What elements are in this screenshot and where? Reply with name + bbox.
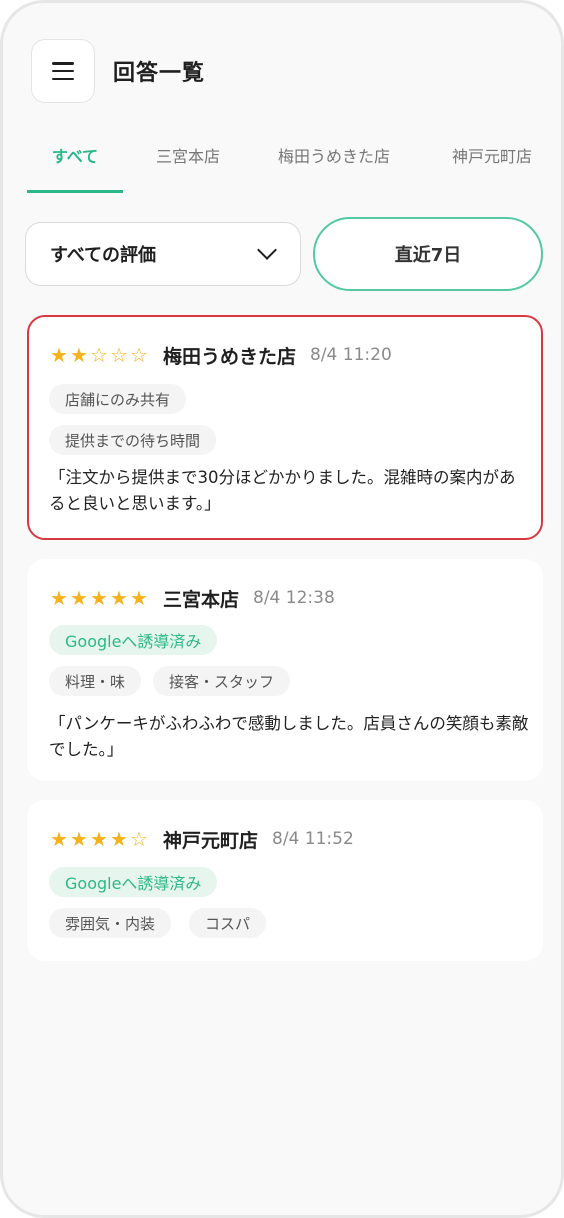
phone-frame: 回答一覧 すべて 三宮本店 梅田うめきた店 神戸元町店 すべての評価 直近7日 … [0,0,564,1218]
page-title: 回答一覧 [113,61,206,86]
tab-kobe-motomachi[interactable]: 神戸元町店 [437,143,547,193]
comment-text: 「注文から提供まで30分ほどかかりました。混雑時の案内があると良いと思います。」 [49,468,516,513]
star-rating: ★ ★ ☆ ☆ ☆ [49,342,149,368]
menu-button[interactable] [31,39,95,103]
store-name: 神戸元町店 [163,829,259,852]
topic-tag: 雰囲気・内装 [49,908,172,938]
store-tabs: すべて 三宮本店 梅田うめきた店 神戸元町店 [3,143,561,195]
tab-all[interactable]: すべて [27,143,123,193]
topic-tag: 接客・スタッフ [153,666,291,696]
response-card[interactable]: ★ ★ ★ ★ ☆ 神戸元町店 8/4 11:52 Googleへ誘導済み 雰囲… [27,800,543,961]
google-redirect-badge: Googleへ誘導済み [49,625,218,655]
star-empty-icon: ☆ [130,827,148,851]
tab-sannomiya[interactable]: 三宮本店 [143,143,233,193]
star-filled-icon: ★ [70,586,88,610]
tab-umeda-umekita[interactable]: 梅田うめきた店 [265,143,403,193]
topic-tag: 料理・味 [49,666,142,696]
rating-filter-select[interactable]: すべての評価 [25,222,301,286]
response-card[interactable]: ★ ★ ★ ★ ★ 三宮本店 8/4 12:38 Googleへ誘導済み 料理・… [27,559,543,781]
card-header: ★ ★ ★ ★ ★ 三宮本店 8/4 12:38 [49,585,335,611]
topic-tag: コスパ [189,908,267,938]
response-card[interactable]: ★ ★ ☆ ☆ ☆ 梅田うめきた店 8/4 11:20 店舗にのみ共有 提供まで… [27,315,543,540]
star-filled-icon: ★ [70,343,88,367]
star-filled-icon: ★ [110,827,128,851]
star-filled-icon: ★ [50,343,68,367]
star-filled-icon: ★ [110,586,128,610]
star-rating: ★ ★ ★ ★ ★ [49,585,149,611]
card-header: ★ ★ ☆ ☆ ☆ 梅田うめきた店 8/4 11:20 [49,342,392,368]
comment-text: 「パンケーキがふわふわで感動しました。店員さんの笑顔も素敵でした。」 [49,714,529,759]
star-rating: ★ ★ ★ ★ ☆ [49,826,149,852]
google-redirect-badge: Googleへ誘導済み [49,867,218,897]
response-time: 8/4 12:38 [253,588,335,608]
response-time: 8/4 11:52 [272,829,354,849]
star-filled-icon: ★ [70,827,88,851]
star-empty-icon: ☆ [110,343,128,367]
store-name: 三宮本店 [163,588,240,611]
store-name: 梅田うめきた店 [163,345,297,368]
star-filled-icon: ★ [90,827,108,851]
rating-filter-label: すべての評価 [50,245,157,266]
star-empty-icon: ☆ [90,343,108,367]
star-filled-icon: ★ [130,586,148,610]
star-filled-icon: ★ [90,586,108,610]
response-time: 8/4 11:20 [310,345,392,365]
hamburger-menu-icon [52,62,74,80]
period-filter-button[interactable]: 直近7日 [313,217,543,291]
share-badge: 店舗にのみ共有 [49,384,187,414]
star-filled-icon: ★ [50,827,68,851]
star-filled-icon: ★ [50,586,68,610]
topic-tag: 提供までの待ち時間 [49,425,217,455]
chevron-down-icon [257,240,277,260]
card-header: ★ ★ ★ ★ ☆ 神戸元町店 8/4 11:52 [49,826,354,852]
star-empty-icon: ☆ [130,343,148,367]
